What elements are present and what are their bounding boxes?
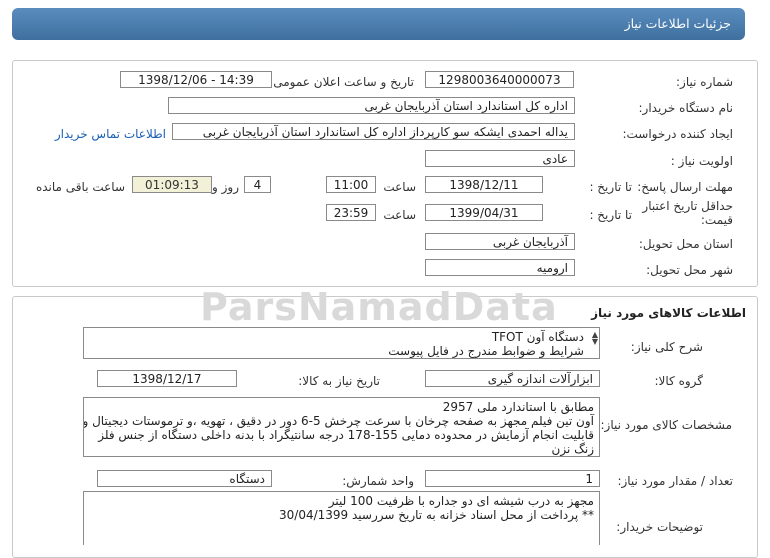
buyer-notes-field[interactable]: مجهز به درب شیشه ای دو جداره با ظرفیت 10… — [83, 491, 600, 545]
spec-label: مشخصات کالای مورد نیاز: — [600, 418, 732, 432]
days-label: روز و — [212, 180, 239, 194]
creator-label: ایجاد کننده درخواست: — [622, 127, 733, 141]
spec-line-4: زنگ نزن — [551, 442, 594, 456]
need-number-label: شماره نیاز: — [676, 75, 733, 89]
city-label: شهر محل تحویل: — [646, 263, 733, 277]
spec-line-3: قابلیت انجام آزمایش در محدوده دمایی 155-… — [98, 428, 594, 442]
page-title: جزئیات اطلاعات نیاز — [624, 16, 731, 31]
remaining-time-field: 01:09:13 — [132, 176, 212, 193]
quantity-label: تعداد / مقدار مورد نیاز: — [617, 474, 733, 488]
deadline-to-date-label: تا تاریخ : — [589, 180, 632, 194]
deadline-date-field[interactable]: 1398/12/11 — [425, 176, 543, 193]
spec-line-2: آون تین فیلم مجهز به صفحه چرخان با سرعت … — [83, 414, 594, 428]
info-panel — [12, 60, 758, 287]
group-field[interactable]: ابزارآلات اندازه گیری — [425, 370, 600, 387]
priority-field[interactable]: عادی — [425, 150, 575, 167]
notes-line-1: مجهز به درب شیشه ای دو جداره با ظرفیت 10… — [328, 494, 594, 508]
watermark-logo: ParsNamadData — [200, 285, 558, 329]
goods-section-title: اطلاعات کالاهای مورد نیاز — [591, 306, 746, 320]
validity-label: حداقل تاریخ اعتبار قیمت: — [642, 199, 733, 227]
buyer-notes-label: توضیحات خریدار: — [616, 520, 703, 534]
validity-time-label: ساعت — [383, 208, 416, 222]
creator-field[interactable]: یداله احمدی ایشکه سو کارپرداز اداره کل ا… — [172, 123, 575, 140]
days-remaining-field: 4 — [244, 176, 271, 193]
validity-time-field[interactable]: 23:59 — [326, 204, 376, 221]
need-number-field[interactable]: 1298003640000073 — [425, 71, 574, 88]
announce-label: تاریخ و ساعت اعلان عمومی: — [269, 75, 414, 89]
quantity-field[interactable]: 1 — [425, 470, 600, 487]
unit-field[interactable]: دستگاه — [97, 470, 272, 487]
description-line-1: دستگاه آون TFOT — [491, 330, 584, 344]
need-date-field[interactable]: 1398/12/17 — [97, 370, 237, 387]
scroll-down-icon[interactable]: ▼ — [588, 338, 598, 346]
province-label: استان محل تحویل: — [638, 237, 733, 251]
validity-date-field[interactable]: 1399/04/31 — [425, 204, 543, 221]
city-field[interactable]: ارومیه — [425, 259, 575, 276]
remaining-label: ساعت باقی مانده — [35, 180, 125, 194]
unit-label: واحد شمارش: — [342, 474, 414, 488]
need-date-label: تاریخ نیاز به کالا: — [298, 374, 380, 388]
description-field[interactable]: دستگاه آون TFOT شرایط و ضوابط مندرج در ف… — [83, 327, 600, 359]
announce-field[interactable]: 1398/12/06 - 14:39 — [120, 71, 272, 88]
priority-label: اولویت نیاز : — [670, 154, 733, 168]
contact-buyer-link[interactable]: اطلاعات تماس خریدار — [55, 127, 166, 141]
description-scroll-arrows[interactable]: ▲ ▼ — [588, 331, 598, 346]
validity-to-date-label: تا تاریخ : — [589, 208, 632, 222]
deadline-time-label: ساعت — [383, 180, 416, 194]
spec-line-1: مطابق با استاندارد ملی 2957 — [442, 400, 594, 414]
group-label: گروه کالا: — [654, 374, 704, 388]
buyer-field[interactable]: اداره کل استاندارد استان آذربایجان غربی — [168, 97, 575, 114]
buyer-label: نام دستگاه خریدار: — [638, 101, 734, 115]
deadline-time-field[interactable]: 11:00 — [326, 176, 376, 193]
description-label: شرح کلی نیاز: — [630, 340, 703, 354]
notes-line-2: ** پرداخت از محل اسناد خزانه به تاریخ سر… — [279, 508, 594, 522]
spec-field[interactable]: مطابق با استاندارد ملی 2957 آون تین فیلم… — [83, 397, 600, 457]
deadline-label: مهلت ارسال پاسخ: — [637, 180, 733, 194]
province-field[interactable]: آذربایجان غربی — [425, 233, 575, 250]
description-line-2: شرایط و ضوابط مندرج در فایل پیوست — [388, 344, 584, 358]
page-header: جزئیات اطلاعات نیاز — [12, 8, 745, 40]
